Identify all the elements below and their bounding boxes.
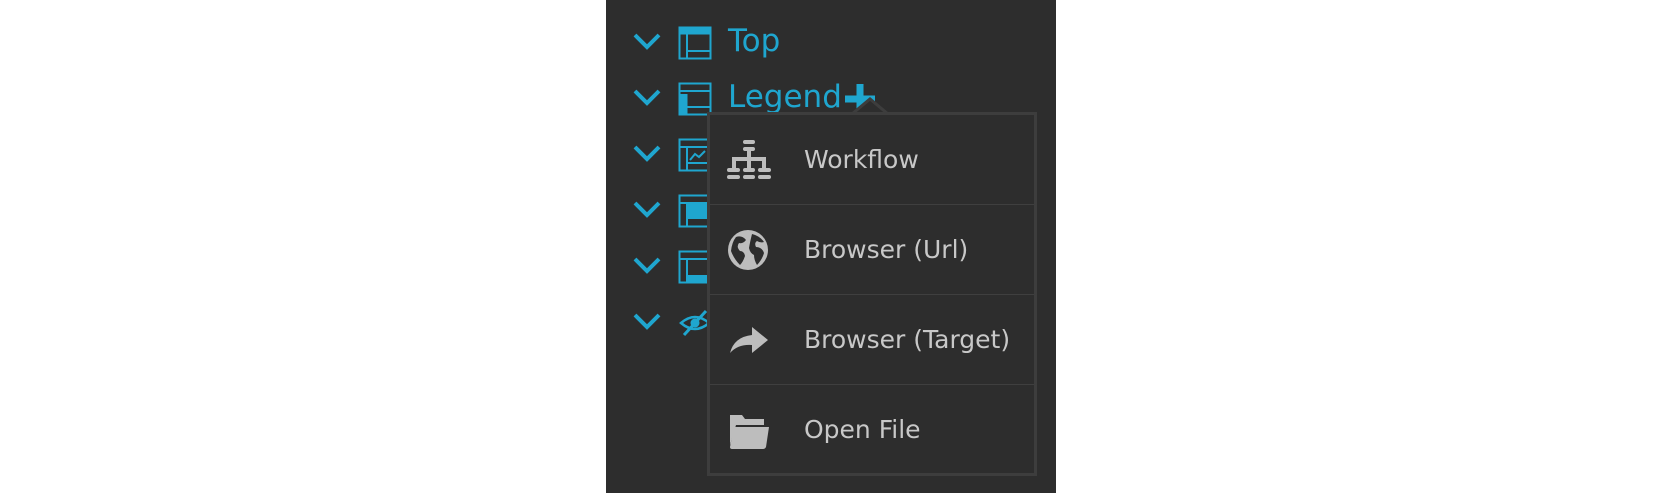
menu-item-browser-url[interactable]: Browser (Url) <box>710 205 1034 295</box>
share-arrow-icon <box>730 327 768 353</box>
screen: Top Legend Workflow Browser (Url) Browse… <box>0 0 1657 493</box>
layout-top-icon <box>678 26 712 60</box>
menu-item-label: Browser (Target) <box>804 325 1011 354</box>
chevron-down-icon[interactable] <box>632 86 662 110</box>
chevron-down-icon[interactable] <box>632 30 662 54</box>
menu-item-label: Workflow <box>804 145 919 174</box>
layout-legend-icon <box>678 82 712 116</box>
chevron-down-icon[interactable] <box>632 198 662 222</box>
menu-item-label: Browser (Url) <box>804 235 969 264</box>
menu-item-open-file[interactable]: Open File <box>710 385 1034 475</box>
chevron-down-icon[interactable] <box>632 254 662 278</box>
chevron-down-icon[interactable] <box>632 310 662 334</box>
menu-item-browser-target[interactable]: Browser (Target) <box>710 295 1034 385</box>
folder-open-icon <box>730 415 769 449</box>
tree-item-label: Top <box>728 23 781 59</box>
menu-item-label: Open File <box>804 415 921 444</box>
globe-icon <box>728 230 768 270</box>
chevron-down-icon[interactable] <box>632 142 662 166</box>
tree-item-top[interactable]: Top <box>606 14 1056 70</box>
menu-item-workflow[interactable]: Workflow <box>710 115 1034 205</box>
add-content-menu: Workflow Browser (Url) Browser (Target) … <box>707 112 1037 476</box>
workflow-sitemap-icon <box>727 140 771 179</box>
